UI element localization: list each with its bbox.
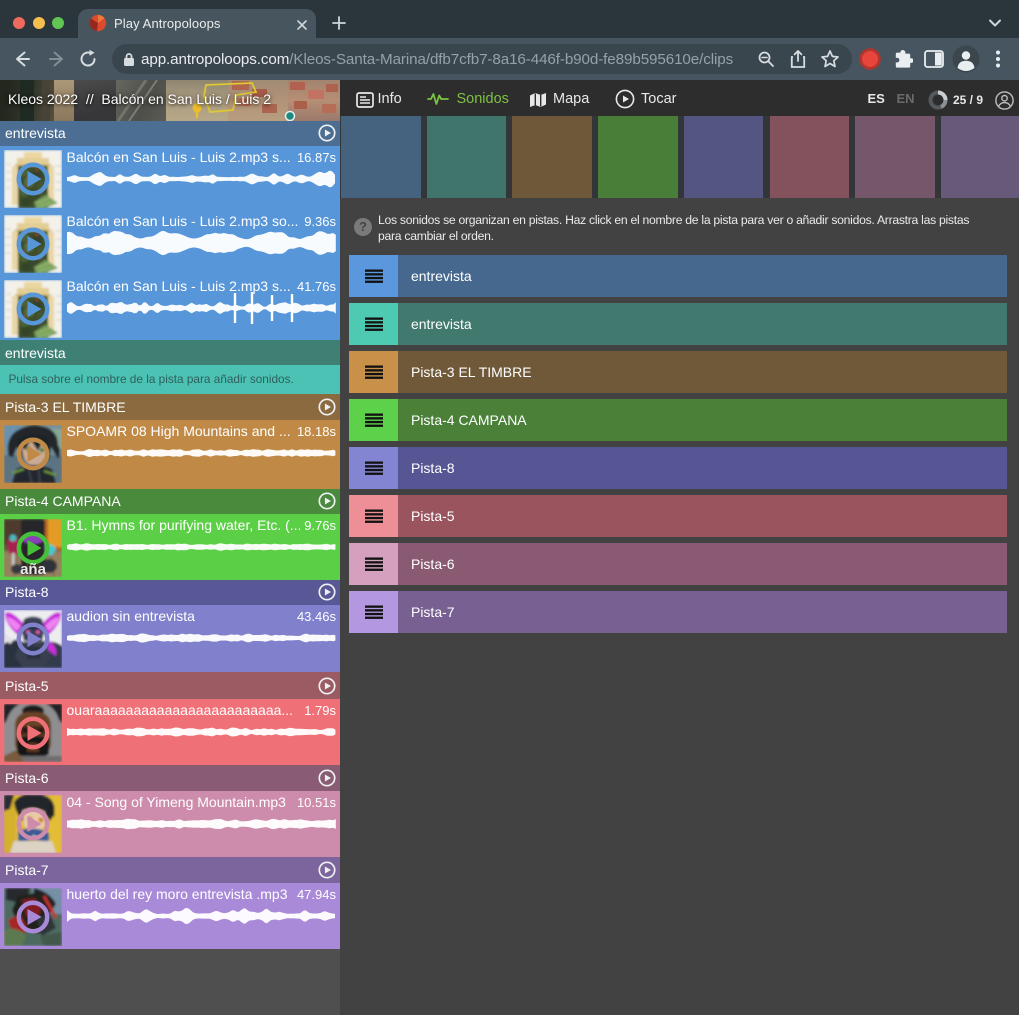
svg-text:aña: aña bbox=[20, 561, 47, 577]
